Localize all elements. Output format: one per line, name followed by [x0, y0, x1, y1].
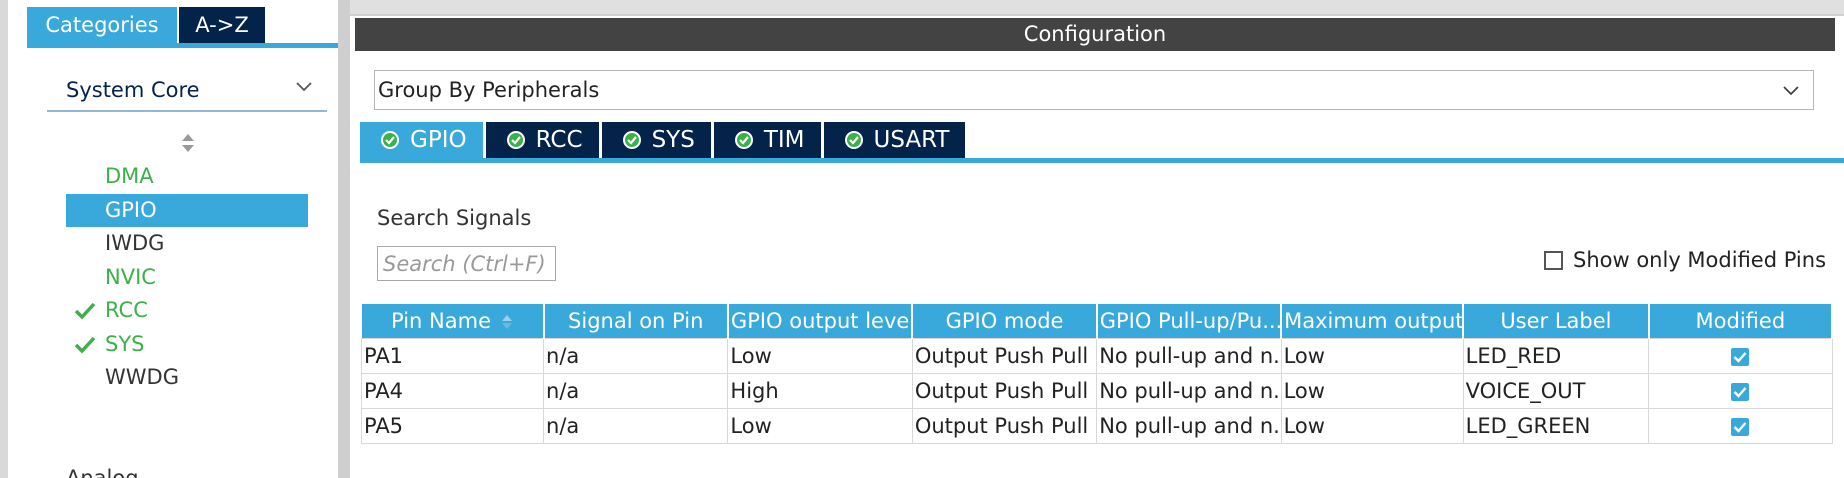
category-item-label: IWDG [105, 231, 165, 255]
cell-label[interactable]: VOICE_OUT [1462, 372, 1650, 409]
group-label: System Core [66, 78, 200, 102]
modified-checkbox-icon [1731, 382, 1750, 401]
cell-level[interactable]: High [727, 372, 913, 409]
check-circle-icon [844, 131, 863, 149]
category-item-label: SYS [105, 331, 145, 356]
category-item-gpio[interactable]: GPIO [66, 193, 308, 227]
table-row[interactable]: PA1 n/a Low Output Push Pull No pull-up and … [360, 337, 1833, 374]
col-gpio-mode[interactable]: GPIO mode [912, 304, 1098, 338]
categories-panel: Categories A->Z System Core DMA GPIO IWDG N… [8, 0, 346, 478]
sort-ascending-icon [502, 314, 512, 329]
table-row[interactable]: PA4 n/a High Output Push Pull No pull-up and… [360, 372, 1833, 409]
search-signals-input[interactable] [377, 246, 556, 281]
cell-level[interactable]: Low [727, 407, 913, 444]
pin-table: Pin Name Signal on Pin GPIO output level… [360, 304, 1834, 444]
tab-sys[interactable]: SYS [601, 122, 711, 158]
tab-label: SYS [651, 127, 695, 153]
tab-label: RCC [535, 127, 583, 153]
show-only-modified-checkbox[interactable] [1544, 250, 1563, 270]
sort-icon[interactable] [180, 132, 196, 154]
col-gpio-pull[interactable]: GPIO Pull-up/Pu... [1096, 304, 1283, 338]
group-system-core[interactable]: System Core [47, 74, 327, 112]
cell-label[interactable]: LED_RED [1462, 337, 1650, 374]
cell-signal[interactable]: n/a [543, 407, 729, 444]
col-gpio-output-level[interactable]: GPIO output level [727, 304, 914, 338]
category-item-nvic[interactable]: NVIC [66, 261, 308, 295]
cell-speed[interactable]: Low [1280, 337, 1464, 374]
group-analog[interactable]: Analog [66, 466, 139, 478]
category-item-iwdg[interactable]: IWDG [66, 227, 308, 261]
cell-level[interactable]: Low [727, 337, 913, 374]
tab-gpio[interactable]: GPIO [360, 122, 483, 158]
peripheral-tabs: GPIO RCC SYS TIM USART [360, 122, 968, 158]
checkmark-icon [74, 336, 96, 354]
category-item-label: RCC [105, 298, 148, 322]
cell-modified[interactable] [1648, 337, 1833, 374]
cell-mode[interactable]: Output Push Pull [911, 337, 1098, 374]
tab-label: GPIO [410, 127, 467, 153]
cell-label[interactable]: LED_GREEN [1462, 407, 1650, 444]
cell-pull[interactable]: No pull-up and n... [1096, 337, 1282, 374]
group-by-dropdown[interactable]: Group By Peripherals [374, 70, 1814, 110]
chevron-down-icon [296, 82, 312, 92]
top-strip [350, 0, 1844, 16]
col-modified[interactable]: Modified [1648, 304, 1834, 338]
category-item-wwdg[interactable]: WWDG [66, 361, 308, 395]
tab-label: TIM [763, 127, 805, 153]
cell-signal[interactable]: n/a [543, 337, 729, 374]
show-only-modified-label: Show only Modified Pins [1573, 248, 1827, 272]
group-by-value: Group By Peripherals [378, 78, 600, 102]
tab-label: USART [873, 127, 950, 153]
cell-speed[interactable]: Low [1280, 407, 1464, 444]
tab-usart[interactable]: USART [823, 122, 966, 158]
cell-modified[interactable] [1648, 372, 1833, 409]
tab-underline [27, 43, 346, 48]
table-row[interactable]: PA5 n/a Low Output Push Pull No pull-up and … [360, 407, 1833, 444]
cell-speed[interactable]: Low [1280, 372, 1464, 409]
category-item-label: DMA [105, 164, 154, 188]
category-item-label: WWDG [105, 365, 179, 389]
cell-modified[interactable] [1648, 407, 1833, 444]
check-circle-icon [622, 131, 641, 149]
tab-rcc[interactable]: RCC [485, 122, 599, 158]
col-signal-on-pin[interactable]: Signal on Pin [543, 304, 729, 338]
app-root: Categories A->Z System Core DMA GPIO IWDG N… [0, 0, 1844, 478]
category-item-rcc[interactable]: RCC [66, 294, 308, 328]
tab-tim[interactable]: TIM [713, 122, 821, 158]
cell-pin[interactable]: PA4 [360, 372, 545, 409]
check-circle-icon [734, 131, 753, 149]
tab-a-z[interactable]: A->Z [179, 7, 265, 43]
cell-mode[interactable]: Output Push Pull [911, 372, 1098, 409]
category-list: DMA GPIO IWDG NVIC RCC SYS WWDG [66, 160, 308, 395]
configuration-title: Configuration [355, 18, 1835, 51]
modified-checkbox-icon [1731, 347, 1750, 366]
show-only-modified-toggle[interactable]: Show only Modified Pins [1544, 248, 1826, 272]
category-item-label: GPIO [105, 197, 157, 222]
cell-pull[interactable]: No pull-up and n... [1096, 407, 1282, 444]
col-label: Pin Name [391, 308, 491, 333]
check-circle-icon [381, 131, 399, 149]
table-header-row: Pin Name Signal on Pin GPIO output level… [361, 304, 1834, 338]
panel-divider[interactable] [338, 0, 350, 478]
category-item-label: NVIC [105, 264, 156, 289]
category-item-dma[interactable]: DMA [66, 160, 308, 194]
configuration-panel: Configuration Group By Peripherals GPIO R… [350, 0, 1844, 478]
cell-mode[interactable]: Output Push Pull [911, 407, 1098, 444]
modified-checkbox-icon [1731, 417, 1750, 436]
category-item-sys[interactable]: SYS [66, 328, 308, 362]
cell-signal[interactable]: n/a [543, 372, 729, 409]
cell-pin[interactable]: PA5 [360, 407, 545, 444]
search-signals-label: Search Signals [377, 206, 532, 230]
col-user-label[interactable]: User Label [1463, 304, 1650, 338]
tab-categories[interactable]: Categories [27, 7, 177, 43]
col-pin-name[interactable]: Pin Name [361, 304, 545, 338]
chevron-down-icon [1783, 86, 1799, 96]
cell-pin[interactable]: PA1 [360, 337, 545, 374]
col-maximum-output[interactable]: Maximum output... [1281, 304, 1465, 338]
peripheral-tab-underline [360, 158, 1844, 163]
checkmark-icon [74, 302, 96, 320]
category-view-tabs: Categories A->Z [27, 7, 265, 43]
cell-pull[interactable]: No pull-up and n... [1096, 372, 1282, 409]
check-circle-icon [506, 131, 525, 149]
